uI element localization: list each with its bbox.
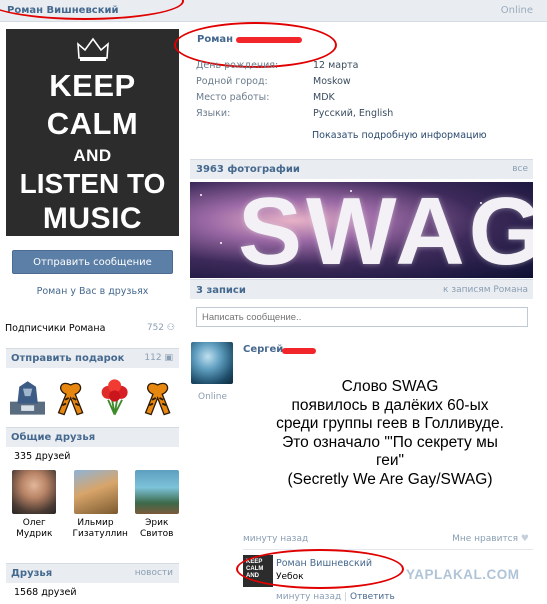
gifts-count: 112 ▣ bbox=[144, 353, 173, 363]
post-text-line: геи" bbox=[375, 452, 405, 469]
info-key: Родной город: bbox=[196, 76, 268, 87]
photo-banner[interactable]: SWAG bbox=[190, 182, 533, 278]
photos-title[interactable]: 3963 фотографии bbox=[196, 164, 300, 175]
heart-icon: ♥ bbox=[520, 534, 529, 544]
ribbon-gift-icon[interactable] bbox=[53, 376, 88, 418]
ribbon-gift-icon[interactable] bbox=[140, 376, 175, 418]
comment-meta: минуту назад | Ответить bbox=[276, 592, 395, 602]
post-text-line: Слово SWAG bbox=[341, 378, 439, 395]
avatar-line-listen: LISTEN TO bbox=[19, 168, 166, 199]
mutual-friends-list: Олег Мудрик Ильмир Гизатуллин Эрик Свитов bbox=[6, 462, 179, 540]
friend-name[interactable]: Олег Мудрик bbox=[12, 518, 57, 540]
gifts-section: Отправить подарок 112 ▣ bbox=[6, 348, 179, 424]
info-value[interactable]: Русский, English bbox=[313, 108, 393, 119]
online-status: Online bbox=[500, 5, 533, 16]
info-key: Языки: bbox=[196, 108, 231, 119]
friend-status[interactable]: Роман у Вас в друзьях bbox=[6, 286, 179, 297]
subscribers-count: 752 ⚇ bbox=[146, 323, 175, 333]
info-value[interactable]: Moskow bbox=[313, 76, 351, 87]
info-row: Родной город: Moskow bbox=[196, 76, 351, 87]
post-text-line: среди группы геев в Голливуде. bbox=[276, 415, 504, 432]
friend-item[interactable]: Эрик Свитов bbox=[134, 470, 180, 540]
top-bar: Роман Вишневский Online bbox=[0, 0, 547, 22]
reply-link[interactable]: Ответить bbox=[350, 592, 395, 602]
post-text-line: Это означало "'По секрету мы bbox=[282, 433, 498, 451]
info-row: День рождения: 12 марта bbox=[196, 60, 358, 71]
friends-title: Друзья bbox=[11, 568, 53, 579]
comment-author[interactable]: Роман Вишневский bbox=[276, 558, 372, 569]
post-time[interactable]: минуту назад bbox=[243, 534, 308, 544]
avatar-line-calm: CALM bbox=[46, 106, 139, 141]
subscribers-label: Подписчики Романа bbox=[5, 323, 106, 334]
wall-title[interactable]: 3 записи bbox=[196, 285, 246, 296]
friend-avatar[interactable] bbox=[12, 470, 57, 514]
watermark: YAPLAKAL.COM bbox=[406, 567, 520, 582]
mutual-friends-section: Общие друзья 335 друзей Олег Мудрик Ильми… bbox=[6, 427, 179, 540]
comment-avatar-line: KEEP bbox=[246, 559, 263, 565]
avatar-line-music: MUSIC bbox=[42, 202, 143, 235]
flowers-gift-icon[interactable] bbox=[97, 376, 132, 418]
gift-icon: ▣ bbox=[164, 353, 173, 363]
like-label: Мне нравится bbox=[452, 534, 519, 544]
comment-divider bbox=[243, 549, 533, 550]
profile-avatar[interactable]: KEEP CALM AND LISTEN TO MUSIC bbox=[6, 29, 179, 236]
show-more-info-link[interactable]: Показать подробную информацию bbox=[312, 130, 487, 141]
censor-scribble bbox=[236, 37, 302, 43]
post-author-online: Online bbox=[198, 392, 228, 402]
friend-item[interactable]: Ильмир Гизатуллин bbox=[73, 470, 128, 540]
mutual-friends-title: Общие друзья bbox=[11, 432, 96, 443]
post-author-avatar[interactable] bbox=[191, 342, 233, 384]
friend-name[interactable]: Ильмир Гизатуллин bbox=[73, 518, 128, 540]
post-author-name[interactable]: Сергей bbox=[243, 344, 283, 355]
avatar-line-keep: KEEP bbox=[49, 68, 136, 103]
friends-header[interactable]: Друзья новости bbox=[6, 563, 179, 583]
avatar-line-and: AND bbox=[73, 146, 112, 165]
friend-avatar[interactable] bbox=[134, 470, 179, 514]
friend-avatar[interactable] bbox=[73, 470, 118, 514]
censor-scribble bbox=[282, 348, 316, 354]
star bbox=[220, 242, 222, 244]
comment-avatar-line: CALM bbox=[246, 566, 264, 572]
profile-name: Роман bbox=[197, 34, 234, 45]
comment-avatar-line: AND bbox=[246, 573, 259, 579]
info-value[interactable]: MDK bbox=[313, 92, 335, 103]
swag-banner-text: SWAG bbox=[238, 182, 533, 279]
photos-header: 3963 фотографии все bbox=[190, 159, 533, 179]
gifts-header[interactable]: Отправить подарок 112 ▣ bbox=[6, 348, 179, 368]
friends-news-link[interactable]: новости bbox=[135, 568, 173, 578]
comment-text: Уебок bbox=[276, 572, 304, 582]
info-key: Место работы: bbox=[196, 92, 270, 103]
post-text-line: (Secretly We Are Gay/SWAG) bbox=[287, 470, 493, 488]
post-text-line: появилось в далёких 60-ых bbox=[291, 396, 489, 414]
crown-icon bbox=[77, 37, 109, 61]
info-key: День рождения: bbox=[196, 60, 279, 71]
friend-item[interactable]: Олег Мудрик bbox=[12, 470, 57, 540]
gift-list bbox=[6, 368, 179, 424]
friend-name[interactable]: Эрик Свитов bbox=[135, 518, 180, 540]
gifts-title: Отправить подарок bbox=[11, 353, 125, 364]
wall-message-input[interactable] bbox=[196, 307, 528, 327]
friends-section: Друзья новости 1568 друзей bbox=[6, 563, 179, 598]
info-value[interactable]: 12 марта bbox=[313, 60, 358, 71]
comment-time[interactable]: минуту назад bbox=[276, 592, 341, 602]
people-icon: ⚇ bbox=[166, 323, 175, 333]
mutual-friends-header[interactable]: Общие друзья bbox=[6, 427, 179, 447]
left-column: KEEP CALM AND LISTEN TO MUSIC Отправить … bbox=[6, 29, 179, 297]
wall-header: 3 записи к записям Романа bbox=[190, 279, 533, 299]
friends-count[interactable]: 1568 друзей bbox=[6, 583, 179, 598]
like-button[interactable]: Мне нравится ♥ bbox=[452, 534, 529, 544]
mutual-friends-count[interactable]: 335 друзей bbox=[6, 447, 179, 462]
info-row: Место работы: MDK bbox=[196, 92, 335, 103]
top-bar-user-name[interactable]: Роман Вишневский bbox=[7, 5, 119, 16]
subscribers-row[interactable]: Подписчики Романа 752 ⚇ bbox=[5, 323, 175, 334]
photos-all-link[interactable]: все bbox=[512, 164, 528, 174]
info-row: Языки: Русский, English bbox=[196, 108, 393, 119]
comment-avatar[interactable]: KEEP CALM AND bbox=[243, 555, 273, 587]
send-message-button[interactable]: Отправить сообщение bbox=[12, 250, 173, 274]
star bbox=[200, 194, 202, 196]
wall-link[interactable]: к записям Романа bbox=[443, 285, 528, 295]
post-text: Слово SWAG появилось в далёких 60-ых сре… bbox=[250, 378, 530, 489]
robot-gift-icon[interactable] bbox=[10, 376, 46, 418]
